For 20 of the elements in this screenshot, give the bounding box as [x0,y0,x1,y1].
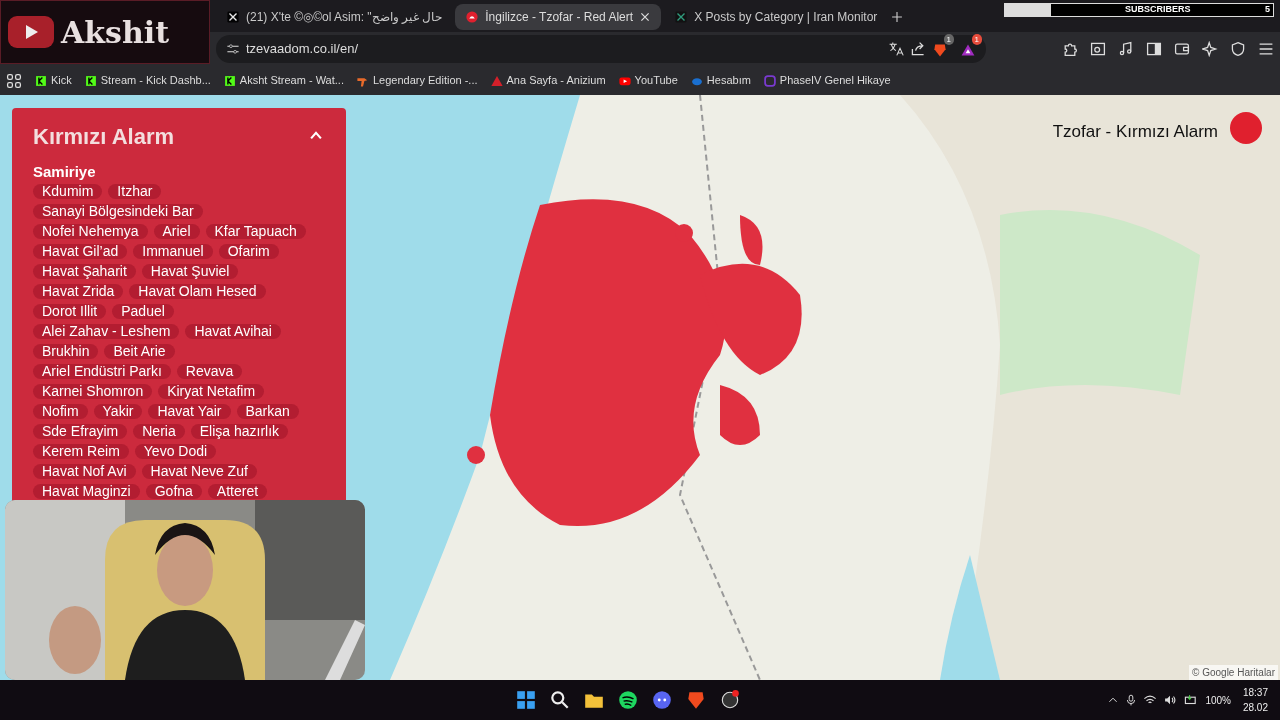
bookmark-link[interactable]: Ana Sayfa - Anizium [489,72,606,89]
browser-tab[interactable]: X Posts by Category | Iran Monitor [664,4,888,30]
bookmark-link[interactable]: Stream - Kick Dashb... [83,72,211,89]
clock-time: 18:37 [1242,686,1268,700]
subscriber-label: SUBSCRIBERS [1124,3,1192,17]
count-badge: 1 [943,34,954,46]
subscriber-count: 5 [1265,3,1271,17]
address-bar[interactable]: tzevaadom.co.il/en/ 1 1 [216,35,986,63]
battery-percent: 100% [1205,693,1231,708]
bookmark-link[interactable]: Aksht Stream - Wat... [222,72,344,89]
browser-tab[interactable]: (21) X'te ©◎©ol Asim: "حال غير واضح [216,4,453,30]
clock-date: 28.02 [1242,701,1268,715]
bookmark-link[interactable]: PhaseIV Genel Hikaye [762,72,891,89]
bookmark-link[interactable]: YouTube [617,72,678,89]
browser-tab[interactable]: İngilizce - Tzofar - Red Alert [455,4,662,30]
bookmark-link[interactable]: Hesabım [689,72,751,89]
bookmark-link[interactable]: Legendary Edition -... [355,72,478,89]
bookmark-link[interactable]: Kick [34,72,72,89]
count-badge: 1 [971,34,982,46]
stream-logo: Akshit [61,13,170,52]
